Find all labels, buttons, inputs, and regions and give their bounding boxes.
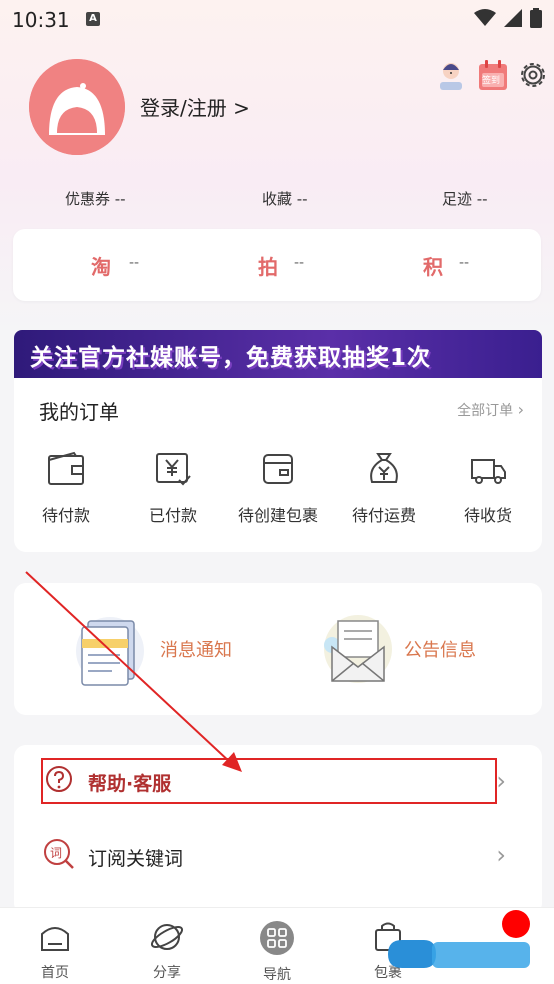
- keywords-label: 订阅关键词: [88, 848, 184, 870]
- wallet-icon: [48, 451, 84, 485]
- paid-yen-icon: [156, 453, 191, 486]
- user-avatar-icon: [29, 59, 125, 155]
- order-label: 待收货: [463, 506, 512, 525]
- announcement-entry[interactable]: 公告信息: [320, 611, 476, 687]
- notification-dot: [502, 910, 530, 938]
- home-icon: [41, 927, 69, 951]
- order-pending-package[interactable]: 待创建包裹: [228, 450, 328, 526]
- order-label: 已付款: [148, 506, 197, 525]
- chevron-right-icon: ›: [496, 767, 506, 795]
- status-bar: 10:31 A: [0, 0, 554, 40]
- watermark-logo: [388, 940, 530, 968]
- tab-home[interactable]: 首页: [15, 920, 95, 982]
- orders-card: 我的订单 全部订单 › 待付款 已付款 待创建包裹 待付运费 待收货: [14, 378, 542, 552]
- banner-text: 关注官方社媒账号，免费获取抽奖1次: [30, 345, 432, 371]
- keyword-icon: 词: [44, 839, 74, 869]
- order-pending-payment[interactable]: 待付款: [16, 450, 116, 526]
- settings-gear-icon[interactable]: [518, 60, 548, 90]
- chevron-right-icon: ›: [496, 841, 506, 869]
- planet-icon: [150, 924, 184, 950]
- order-label: 待付款: [41, 506, 90, 525]
- login-register-link[interactable]: 登录/注册 >: [140, 92, 250, 121]
- tab-navigation[interactable]: 导航: [237, 920, 317, 984]
- notification-label: 消息通知: [160, 640, 232, 661]
- pai-value: --: [294, 255, 305, 271]
- ji-label[interactable]: 积: [423, 251, 443, 280]
- grid-icon: [260, 921, 294, 955]
- signin-calendar-icon[interactable]: 签到: [478, 59, 508, 91]
- battery-icon: [530, 8, 542, 28]
- announcement-label: 公告信息: [404, 640, 476, 661]
- points-card: 淘 -- 拍 -- 积 --: [13, 229, 541, 301]
- pai-label[interactable]: 拍: [258, 251, 278, 280]
- order-pending-shipping-fee[interactable]: 待付运费: [334, 450, 434, 526]
- notification-entry[interactable]: 消息通知: [72, 611, 232, 687]
- annotation-highlight-box: [41, 758, 497, 804]
- notification-icon: [76, 617, 144, 686]
- order-paid[interactable]: 已付款: [123, 450, 223, 526]
- order-label: 待创建包裹: [237, 506, 318, 525]
- tab-label: 首页: [41, 965, 69, 981]
- order-label: 待付运费: [351, 506, 416, 525]
- messages-card: 消息通知 公告信息: [14, 583, 542, 715]
- announcement-icon: [324, 615, 392, 683]
- promo-banner[interactable]: 关注官方社媒账号，免费获取抽奖1次: [14, 330, 542, 378]
- top-actions: 签到: [434, 58, 548, 92]
- coupon-stat[interactable]: 优惠券 --: [65, 188, 126, 209]
- wifi-icon: [474, 9, 496, 26]
- tao-value: --: [129, 255, 140, 271]
- tab-share[interactable]: 分享: [127, 920, 207, 982]
- notification-a-icon: A: [86, 12, 100, 26]
- money-bag-icon: [370, 453, 398, 483]
- customer-service-icon[interactable]: [434, 58, 468, 92]
- truck-icon: [471, 459, 506, 484]
- status-time: 10:31: [12, 8, 70, 32]
- menu-item-keywords[interactable]: 词 订阅关键词 ›: [14, 825, 542, 885]
- history-stat[interactable]: 足迹 --: [442, 188, 488, 209]
- svg-text:词: 词: [50, 846, 62, 860]
- package-icon: [263, 454, 293, 484]
- signin-badge: 签到: [482, 76, 501, 86]
- system-icons: [474, 8, 542, 28]
- avatar[interactable]: [29, 59, 125, 155]
- orders-title: 我的订单: [39, 400, 119, 424]
- user-stats-row: 优惠券 -- 收藏 -- 足迹 --: [0, 188, 554, 214]
- order-pending-receipt[interactable]: 待收货: [438, 450, 538, 526]
- tab-label: 导航: [263, 967, 291, 983]
- tab-label: 分享: [153, 965, 181, 981]
- chevron-right-icon: ›: [517, 400, 524, 419]
- ji-value: --: [459, 255, 470, 271]
- all-orders-label: 全部订单: [457, 403, 514, 419]
- favorites-stat[interactable]: 收藏 --: [262, 188, 308, 209]
- all-orders-link[interactable]: 全部订单 ›: [457, 400, 524, 420]
- tao-label[interactable]: 淘: [91, 251, 111, 280]
- signal-icon: [504, 9, 522, 27]
